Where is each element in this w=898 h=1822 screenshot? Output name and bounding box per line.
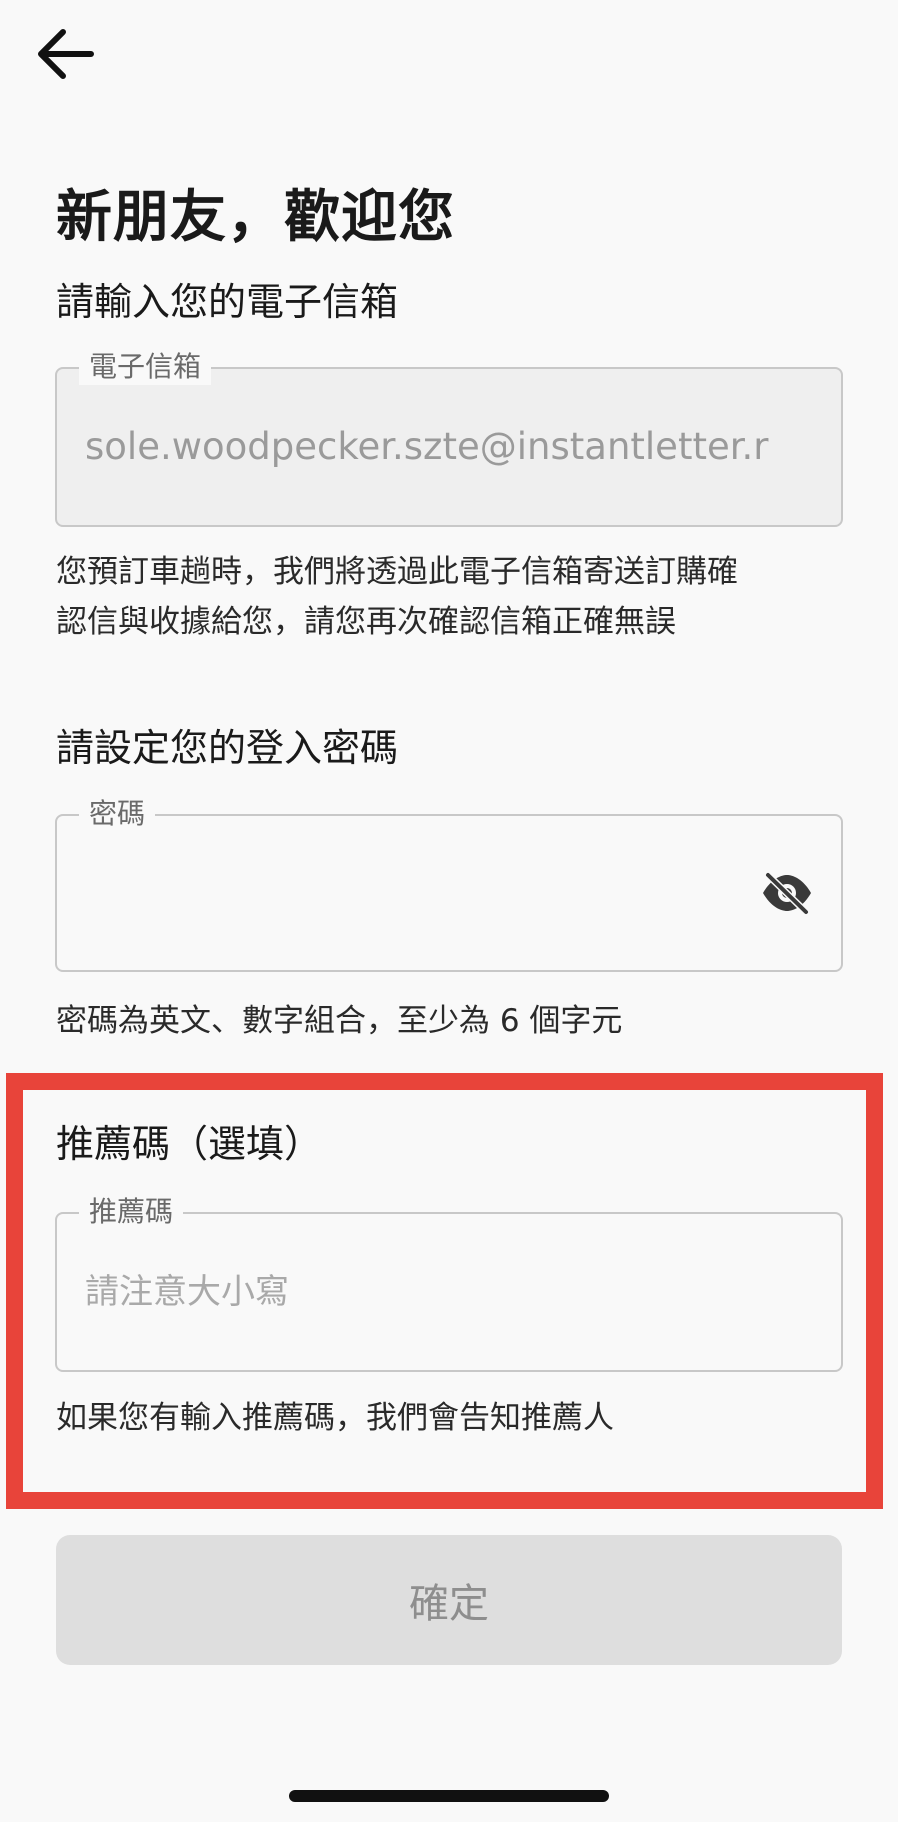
password-helper: 密碼為英文、數字組合，至少為 6 個字元 xyxy=(56,1003,623,1039)
email-helper-line1: 您預訂車趟時，我們將透過此電子信箱寄送訂購確 xyxy=(56,554,738,590)
home-indicator xyxy=(289,1790,609,1802)
email-field-label: 電子信箱 xyxy=(79,349,212,385)
password-field[interactable]: 密碼 xyxy=(55,796,843,972)
referral-section-label: 推薦碼（選填） xyxy=(56,1122,323,1166)
referral-field[interactable]: 推薦碼 xyxy=(55,1194,843,1372)
referral-input[interactable] xyxy=(85,1269,817,1315)
password-field-label: 密碼 xyxy=(79,796,156,832)
email-section-label: 請輸入您的電子信箱 xyxy=(56,280,399,324)
arrow-left-icon xyxy=(38,29,94,79)
referral-helper: 如果您有輸入推薦碼，我們會告知推薦人 xyxy=(56,1400,614,1436)
password-visibility-toggle[interactable] xyxy=(757,863,817,923)
eye-off-icon xyxy=(763,871,811,915)
email-field[interactable]: 電子信箱 sole.woodpecker.szte@instantletter.… xyxy=(55,349,843,527)
email-helper-line2: 認信與收據給您，請您再次確認信箱正確無誤 xyxy=(56,604,676,640)
password-section-label: 請設定您的登入密碼 xyxy=(56,726,399,770)
password-input[interactable] xyxy=(85,870,741,916)
confirm-button[interactable]: 確定 xyxy=(56,1535,842,1665)
page-title: 新朋友，歡迎您 xyxy=(56,185,455,250)
back-button[interactable] xyxy=(30,22,100,86)
referral-field-label: 推薦碼 xyxy=(79,1194,184,1230)
email-field-value: sole.woodpecker.szte@instantletter.r xyxy=(85,425,769,468)
